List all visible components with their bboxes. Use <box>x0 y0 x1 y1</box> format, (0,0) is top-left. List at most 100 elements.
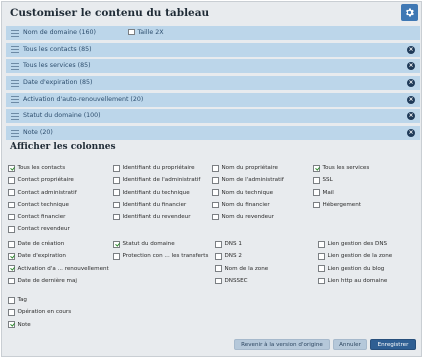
column-checkbox[interactable] <box>113 177 120 184</box>
column-option[interactable]: Identifiant du revendeur <box>113 213 191 221</box>
column-checkbox[interactable] <box>318 241 325 248</box>
column-option[interactable]: Contact administratif <box>8 189 77 196</box>
column-option[interactable]: Lien http au domaine <box>318 277 387 285</box>
column-option[interactable]: Opération en cours <box>8 309 71 316</box>
column-checkbox[interactable] <box>8 309 15 316</box>
column-option[interactable]: Note <box>8 321 31 328</box>
remove-icon[interactable]: × <box>407 129 415 138</box>
column-option[interactable]: Tous les contacts <box>8 165 65 172</box>
size-2x-checkbox[interactable] <box>128 28 135 36</box>
column-checkbox[interactable] <box>8 189 15 196</box>
drag-handle-icon[interactable] <box>11 129 19 137</box>
column-option[interactable]: Identifiant du financier <box>113 201 186 209</box>
column-checkbox[interactable] <box>318 253 325 260</box>
drag-handle-icon[interactable] <box>11 46 19 54</box>
column-checkbox[interactable] <box>113 213 120 221</box>
remove-icon[interactable]: × <box>407 45 415 54</box>
column-checkbox[interactable] <box>212 201 219 209</box>
column-option[interactable]: Nom du financier <box>212 201 270 209</box>
column-checkbox[interactable] <box>212 189 219 196</box>
column-option[interactable]: Contact financier <box>8 213 65 221</box>
column-option[interactable]: Statut du domaine <box>113 241 175 248</box>
column-option[interactable]: Nom du propriétaire <box>212 165 278 172</box>
column-checkbox[interactable] <box>313 165 320 172</box>
column-option[interactable]: Date de dernière maj <box>8 277 77 285</box>
column-row[interactable]: Statut du domaine (100) × <box>6 109 420 124</box>
column-option[interactable]: Tag <box>8 297 27 304</box>
column-checkbox[interactable] <box>215 277 222 285</box>
column-checkbox[interactable] <box>113 165 120 172</box>
column-checkbox[interactable] <box>113 189 120 196</box>
column-option[interactable]: Nom du technique <box>212 189 273 196</box>
column-option[interactable]: DNSSEC <box>215 277 248 285</box>
column-option[interactable]: Lien gestion du blog <box>318 265 384 272</box>
column-checkbox[interactable] <box>113 201 120 209</box>
column-option[interactable]: Identifiant de l'administratif <box>113 177 200 184</box>
column-checkbox[interactable] <box>318 265 325 272</box>
column-option[interactable]: Identifiant du propriétaire <box>113 165 195 172</box>
column-option[interactable]: Tous les services <box>313 165 369 172</box>
column-row[interactable]: Date d'expiration (85) × <box>6 76 420 91</box>
drag-handle-icon[interactable] <box>11 96 19 104</box>
column-option[interactable]: SSL <box>313 177 333 184</box>
drag-handle-icon[interactable] <box>11 112 19 120</box>
column-option[interactable]: Mail <box>313 189 334 196</box>
column-option[interactable]: DNS 1 <box>215 241 242 248</box>
drag-handle-icon[interactable] <box>11 79 19 87</box>
column-option[interactable]: Contact technique <box>8 201 69 209</box>
remove-icon[interactable]: × <box>407 62 415 71</box>
column-checkbox[interactable] <box>8 265 15 272</box>
column-checkbox[interactable] <box>313 201 320 209</box>
remove-icon[interactable]: × <box>407 79 415 88</box>
size-2x-option[interactable]: Taille 2X <box>128 29 164 36</box>
column-checkbox[interactable] <box>8 165 15 172</box>
column-checkbox[interactable] <box>113 241 120 248</box>
column-row[interactable]: Note (20) × <box>6 126 420 141</box>
remove-icon[interactable]: × <box>407 112 415 121</box>
column-checkbox[interactable] <box>8 177 15 184</box>
column-checkbox[interactable] <box>215 241 222 248</box>
column-option[interactable]: Date de création <box>8 241 64 248</box>
column-option[interactable]: Contact revendeur <box>8 226 70 233</box>
column-option[interactable]: Lien gestion de la zone <box>318 253 392 260</box>
drag-handle-icon[interactable] <box>11 62 19 70</box>
column-option[interactable]: DNS 2 <box>215 253 242 260</box>
column-checkbox[interactable] <box>313 177 320 184</box>
column-row[interactable]: Tous les contacts (85) × <box>6 42 420 57</box>
column-option[interactable]: Nom de l'administratif <box>212 177 284 184</box>
settings-button[interactable] <box>401 4 418 21</box>
column-option[interactable]: Date d'expiration <box>8 253 66 260</box>
column-checkbox[interactable] <box>318 277 325 285</box>
column-checkbox[interactable] <box>8 213 15 221</box>
column-checkbox[interactable] <box>8 253 15 260</box>
column-option[interactable]: Nom de la zone <box>215 265 268 272</box>
cancel-button[interactable]: Annuler <box>333 339 367 350</box>
save-button[interactable]: Enregistrer <box>370 339 416 350</box>
column-checkbox[interactable] <box>215 265 222 272</box>
column-option[interactable]: Lien gestion des DNS <box>318 241 387 248</box>
column-option[interactable]: Protection con ... les transferts <box>113 253 208 260</box>
drag-handle-icon[interactable] <box>11 29 19 37</box>
column-option[interactable]: Nom du revendeur <box>212 213 274 221</box>
column-row[interactable]: Tous les services (85) × <box>6 59 420 74</box>
column-checkbox[interactable] <box>215 253 222 260</box>
reset-button[interactable]: Revenir à la version d'origine <box>234 339 330 350</box>
column-option[interactable]: Hébergement <box>313 201 361 209</box>
column-row[interactable]: Nom de domaine (160) Taille 2X <box>6 26 420 40</box>
column-checkbox[interactable] <box>212 165 219 172</box>
column-checkbox[interactable] <box>8 241 15 248</box>
column-checkbox[interactable] <box>212 213 219 221</box>
column-checkbox[interactable] <box>212 177 219 184</box>
remove-icon[interactable]: × <box>407 95 415 104</box>
column-row[interactable]: Activation d'auto-renouvellement (20) × <box>6 92 420 107</box>
column-option[interactable]: Identifiant du technique <box>113 189 190 196</box>
column-checkbox[interactable] <box>113 253 120 260</box>
column-option[interactable]: Activation d'a ... renouvellement <box>8 265 109 272</box>
column-checkbox[interactable] <box>8 277 15 285</box>
column-checkbox[interactable] <box>8 297 15 304</box>
column-checkbox[interactable] <box>8 201 15 209</box>
column-checkbox[interactable] <box>313 189 320 196</box>
column-checkbox[interactable] <box>8 321 15 328</box>
column-option[interactable]: Contact propriétaire <box>8 177 74 184</box>
column-checkbox[interactable] <box>8 226 15 233</box>
